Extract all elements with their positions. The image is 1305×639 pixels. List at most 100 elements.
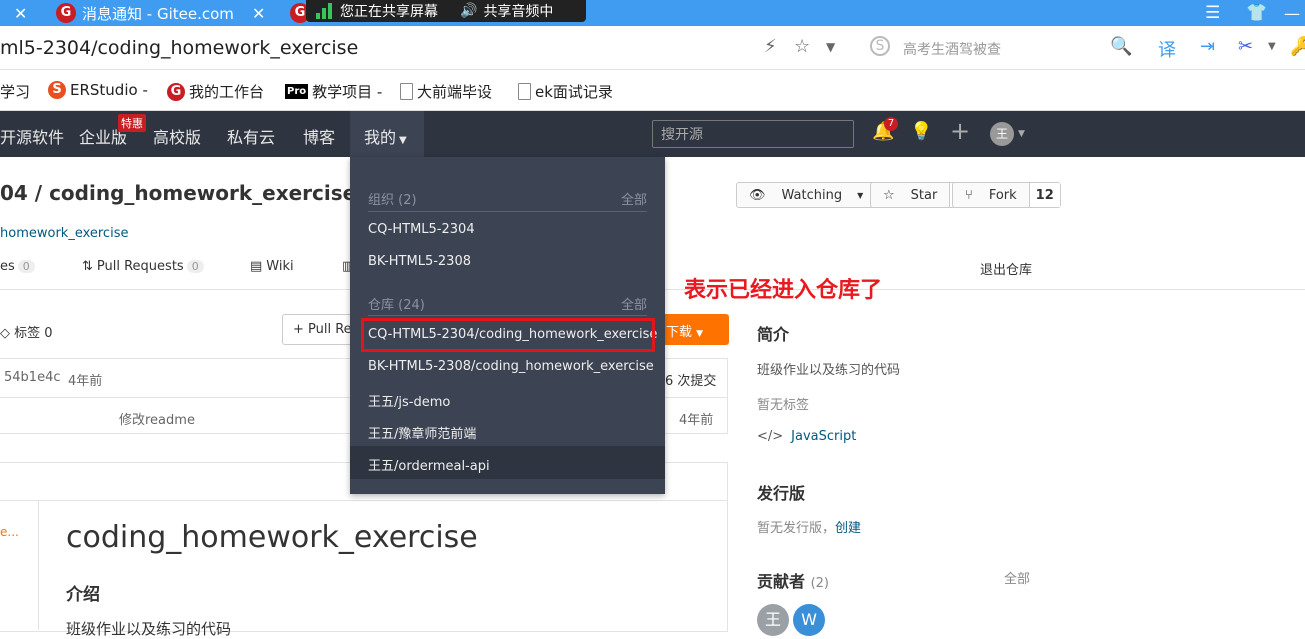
file-tree-item[interactable]: e... xyxy=(0,525,19,539)
dropdown-repo-item[interactable]: 王五/ordermeal-api xyxy=(368,455,490,474)
scissors-icon[interactable]: ✂ xyxy=(1238,36,1253,57)
nav-private-cloud[interactable]: 私有云 xyxy=(227,124,275,148)
lightbulb-icon[interactable]: 💡 xyxy=(910,121,932,142)
bookmark-item[interactable]: S ERStudio - xyxy=(48,81,148,99)
intro-text: 班级作业以及练习的代码 xyxy=(66,620,232,638)
caret-down-icon: ▼ xyxy=(399,135,407,146)
divider xyxy=(368,211,647,212)
share-audio-text: 共享音频中 xyxy=(483,4,554,20)
tab-title: 消息通知 - Gitee.com xyxy=(82,4,234,23)
avatar[interactable]: 王 xyxy=(757,604,789,636)
browser-tab-notifications[interactable]: G 消息通知 - Gitee.com xyxy=(56,0,234,26)
plus-icon[interactable]: + xyxy=(950,117,970,145)
notification-count: 7 xyxy=(884,117,898,131)
search-icon[interactable]: 🔍 xyxy=(1110,36,1132,57)
file-time: 4年前 xyxy=(679,413,714,428)
about-text: 班级作业以及练习的代码 xyxy=(757,363,901,378)
search-hint[interactable]: 高考生酒驾被查 xyxy=(903,39,1001,59)
pro-icon: Pro xyxy=(285,84,309,99)
sogou-icon: S xyxy=(48,81,66,99)
repo-header: 仓库 (24) xyxy=(368,298,425,313)
repo-title[interactable]: 04 / coding_homework_exercise xyxy=(0,181,356,205)
release-heading: 发行版 xyxy=(757,484,806,503)
dropdown-repo-item[interactable]: 王五/js-demo xyxy=(368,391,450,410)
avatar[interactable]: 王 xyxy=(990,122,1014,146)
login-icon[interactable]: ⇥ xyxy=(1200,36,1215,57)
dropdown-repo-item[interactable]: BK-HTML5-2308/coding_homework_exercise xyxy=(368,359,654,374)
repo-subtitle[interactable]: homework_exercise xyxy=(0,226,128,241)
file-commit-message[interactable]: 修改readme xyxy=(119,409,195,428)
repo-all-link[interactable]: 全部 xyxy=(621,294,647,313)
language-item[interactable]: </> JavaScript xyxy=(757,429,856,444)
signal-bars-icon xyxy=(316,3,332,19)
tab-pull-requests[interactable]: ⇅ Pull Requests 0 xyxy=(82,259,204,274)
bookmarks-bar: 学习 S ERStudio - G 我的工作台 Pro 教学项目 - 大前端毕设 ek… xyxy=(0,71,1305,111)
nav-blog[interactable]: 博客 xyxy=(303,124,335,148)
tab-close-icon[interactable]: ✕ xyxy=(252,0,265,26)
nav-university[interactable]: 高校版 xyxy=(153,124,201,148)
tab-issues[interactable]: es 0 xyxy=(0,259,35,274)
star-icon: ☆ xyxy=(883,187,895,203)
screen-share-banner: 您正在共享屏幕 🔊 共享音频中 xyxy=(306,0,586,22)
gitee-top-nav: 开源软件 企业版 特惠 高校版 私有云 博客 我的▼ 🔔 7 💡 + 王 ▼ xyxy=(0,111,1305,157)
divider xyxy=(0,500,728,501)
commit-count[interactable]: 6 次提交 xyxy=(665,370,716,389)
commit-time: 4年前 xyxy=(68,374,103,389)
bookmark-item[interactable]: 大前端毕设 xyxy=(400,81,492,102)
eye-icon: 👁 xyxy=(749,187,766,203)
dropdown-repo-item[interactable]: 王五/豫章师范前端 xyxy=(368,423,476,442)
dropdown-org-item[interactable]: CQ-HTML5-2304 xyxy=(368,222,475,237)
url-text[interactable]: ml5-2304/coding_homework_exercise xyxy=(0,37,358,59)
translate-icon[interactable]: 译 xyxy=(1158,36,1176,62)
bookmark-item[interactable]: 学习 xyxy=(0,81,30,102)
menu-icon[interactable]: ☰ xyxy=(1205,0,1220,26)
star-bookmark-icon[interactable]: ☆ xyxy=(794,36,810,57)
search-engine-icon[interactable]: S xyxy=(870,36,890,56)
tags-link[interactable]: ◇ 标签 0 xyxy=(0,322,53,341)
readme-title: coding_homework_exercise xyxy=(66,520,478,555)
bookmark-item[interactable]: Pro 教学项目 - xyxy=(285,81,382,102)
promo-badge: 特惠 xyxy=(118,114,146,132)
tab-wiki[interactable]: ▤ Wiki xyxy=(250,259,294,274)
gitee-logo-icon: G xyxy=(56,3,76,23)
code-icon: </> xyxy=(757,429,784,444)
minimize-icon[interactable]: — xyxy=(1284,0,1300,26)
tag-icon: ◇ xyxy=(0,326,10,341)
divider xyxy=(38,500,39,630)
intro-heading: 介绍 xyxy=(66,585,100,605)
caret-down-icon[interactable]: ▼ xyxy=(1018,129,1025,139)
nav-open-source[interactable]: 开源软件 xyxy=(0,124,64,148)
nav-search-input[interactable] xyxy=(652,120,854,148)
commit-hash[interactable]: 54b1e4c xyxy=(4,370,60,385)
no-tags-text: 暂无标签 xyxy=(757,398,810,413)
chevron-down-icon[interactable]: ▼ xyxy=(826,40,835,54)
document-icon xyxy=(400,83,413,100)
speaker-icon: 🔊 xyxy=(460,3,478,19)
highlight-box xyxy=(361,318,655,352)
contributors-all-link[interactable]: 全部 xyxy=(1004,568,1030,587)
release-text: 暂无发行版，创建 xyxy=(757,521,862,536)
address-bar: ml5-2304/coding_homework_exercise ⚡ ☆ ▼ … xyxy=(0,26,1305,70)
document-icon xyxy=(518,83,531,100)
tab-close-icon[interactable]: ✕ xyxy=(14,0,27,26)
browser-tab-bar: ✕ G 消息通知 - Gitee.com ✕ G ☰ 👕 — xyxy=(0,0,1305,26)
shirt-icon[interactable]: 👕 xyxy=(1246,0,1267,26)
dropdown-org-item[interactable]: BK-HTML5-2308 xyxy=(368,254,471,269)
avatar[interactable]: W xyxy=(793,604,825,636)
lightning-icon[interactable]: ⚡ xyxy=(764,36,777,57)
gitee-logo-icon: G xyxy=(167,82,185,101)
chevron-down-icon[interactable]: ▼ xyxy=(1268,41,1276,52)
about-heading: 简介 xyxy=(757,325,790,344)
create-release-link[interactable]: 创建 xyxy=(835,521,861,536)
divider xyxy=(368,315,647,316)
org-header: 组织 (2) xyxy=(368,193,417,208)
pr-icon: ⇅ xyxy=(82,259,93,274)
org-all-link[interactable]: 全部 xyxy=(621,189,647,208)
nav-mine[interactable]: 我的 ▼ xyxy=(364,124,407,148)
key-icon[interactable]: 🔑 xyxy=(1290,36,1305,57)
fork-button[interactable]: ⑂ Fork 12 xyxy=(952,182,1061,208)
exit-repo-link[interactable]: 退出仓库 xyxy=(980,259,1032,278)
bookmark-item[interactable]: G 我的工作台 xyxy=(167,81,264,102)
bookmark-item[interactable]: ek面试记录 xyxy=(518,81,613,102)
contributors-heading: 贡献者 (2) xyxy=(757,572,830,591)
